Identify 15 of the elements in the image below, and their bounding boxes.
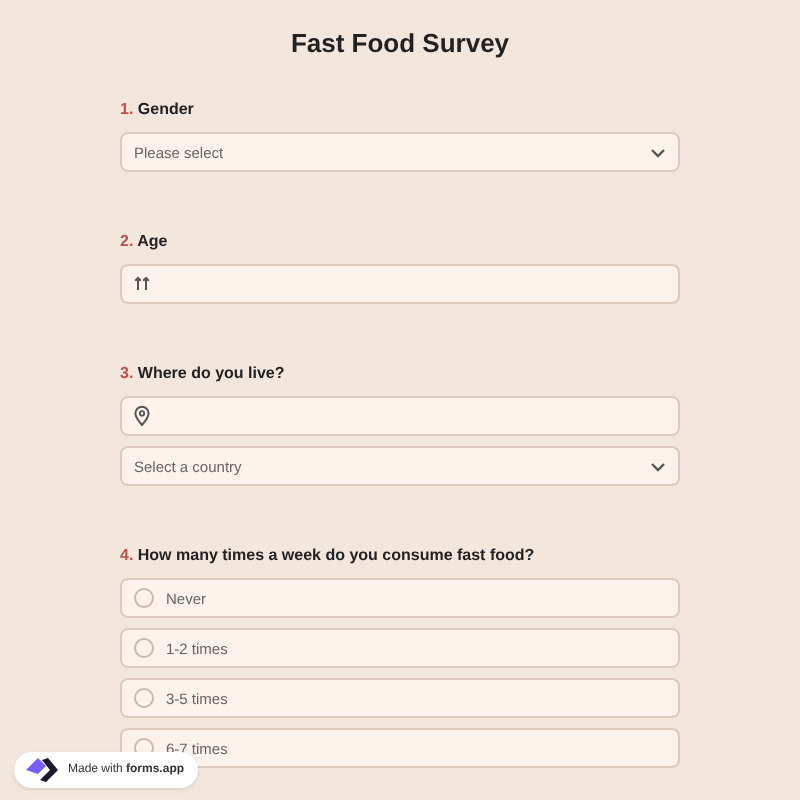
number-field[interactable] bbox=[120, 264, 680, 304]
address-field[interactable] bbox=[120, 396, 680, 436]
location-pin-icon bbox=[134, 406, 150, 426]
chevron-down-icon bbox=[650, 147, 666, 157]
chevron-down-icon bbox=[650, 461, 666, 471]
question-label: 3. Where do you live? bbox=[120, 364, 287, 384]
question-label: 4. How many times a week do you consume fast food? bbox=[120, 546, 537, 566]
question-label: 1. Gender bbox=[120, 100, 196, 120]
radio-button[interactable] bbox=[134, 688, 154, 708]
survey-title: Fast Food Survey bbox=[288, 28, 512, 60]
sort-arrows-icon bbox=[134, 276, 150, 292]
question-label: 2. Age bbox=[120, 232, 170, 252]
logo-icon bbox=[24, 756, 60, 784]
radio-button[interactable] bbox=[134, 638, 154, 658]
radio-button[interactable] bbox=[134, 588, 154, 608]
